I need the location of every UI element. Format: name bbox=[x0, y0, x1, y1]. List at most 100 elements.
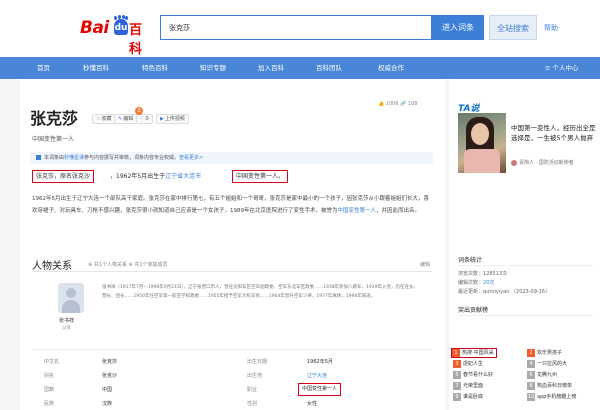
stat-views: 浏览次数：128513次 bbox=[458, 270, 507, 277]
notice-bar: 本词条由秒懂星课参与内容撰写并审核，词条内容专业权威。查看更多> bbox=[30, 152, 433, 164]
rank-text: 光荣里面 bbox=[463, 383, 484, 389]
site-search-button[interactable]: 全站搜索 bbox=[489, 15, 537, 40]
relation-name[interactable]: 张书祥 bbox=[59, 317, 74, 324]
relation-card[interactable]: 张书祥 父亲 张书祥（1917年7月—1998年9月21日），辽宁省营口市人，曾… bbox=[50, 277, 430, 343]
top-bar: Bai du 百科 进入词条 全站搜索 帮助 bbox=[0, 0, 600, 57]
stat-edits: 编辑次数：20次 bbox=[458, 279, 494, 286]
rank-item-5[interactable]: 5 春节看什么好 bbox=[453, 371, 493, 380]
upload-video-button[interactable]: ▶上传视频 bbox=[156, 114, 189, 124]
author-avatar bbox=[511, 159, 517, 166]
birthplace-link[interactable]: 辽宁大连 bbox=[307, 373, 327, 379]
rank-item-1[interactable]: 1 热搜·中国风采 bbox=[451, 348, 497, 358]
like-button[interactable]: ♡0 bbox=[136, 114, 153, 124]
info-value: 女性 bbox=[307, 401, 318, 407]
rank-text: 热血百科日榜单 bbox=[537, 383, 573, 389]
rank-text: 一只拉风的大 bbox=[537, 361, 568, 367]
nav-item-topics[interactable]: 知识专题 bbox=[200, 57, 226, 79]
user-center-link[interactable]: ≡ 个人中心 bbox=[545, 57, 579, 79]
favorite-button[interactable]: ☆收藏 bbox=[92, 114, 116, 124]
nav-item-cooperation[interactable]: 权威合作 bbox=[378, 57, 404, 79]
rank-text: 龙腾九州 bbox=[537, 372, 558, 378]
article-title[interactable]: 中国第一变性人，经历出全是选择是，一生被5个男人抛弃 bbox=[511, 123, 597, 143]
relations-edit-link[interactable]: 编辑 bbox=[420, 261, 430, 268]
city-link[interactable]: 大连市 bbox=[183, 173, 201, 180]
notice-link[interactable]: 秒懂星课 bbox=[64, 155, 84, 161]
rank-item-7[interactable]: 7 光荣里面 bbox=[453, 382, 483, 391]
logo-bai-text: Bai bbox=[80, 18, 109, 38]
rank-item-2[interactable]: 2 欢乐男孩子 bbox=[527, 349, 562, 358]
rank-number: 4 bbox=[527, 360, 535, 368]
rank-number: 8 bbox=[527, 382, 535, 390]
intro-paragraph: 1962年5月出生于辽宁大连一个部队高干家庭。张克莎在家中排行第七，有五个姐姐和… bbox=[32, 193, 432, 217]
nav-item-video[interactable]: 秒懂百科 bbox=[83, 57, 109, 79]
author-name: 青陶人 · 国防活动新使者 bbox=[519, 160, 574, 166]
nav-item-join[interactable]: 加入百科 bbox=[258, 57, 284, 79]
stat-label: 编辑次数： bbox=[458, 280, 484, 286]
rank-number: 1 bbox=[452, 349, 460, 357]
help-link[interactable]: 帮助 bbox=[544, 23, 558, 33]
rank-item-3[interactable]: 3 虐妃人生 bbox=[453, 360, 483, 369]
page-title: 张克莎 bbox=[30, 109, 79, 128]
rank-text: 谁是卧底 bbox=[463, 394, 484, 400]
relations-title: 人物关系 bbox=[32, 261, 72, 272]
favorite-label: 收藏 bbox=[101, 116, 112, 122]
sidebar: TA说 中国第一变性人，经历出全是选择是，一生被5个男人抛弃 青陶人 · 国防活… bbox=[449, 79, 600, 410]
video-icon: ▶ bbox=[160, 116, 164, 122]
avatar[interactable] bbox=[58, 283, 84, 313]
search-box[interactable] bbox=[160, 15, 432, 40]
stat-updated: 最近更新：qutniyiyan （2023-09-16） bbox=[458, 288, 550, 295]
search-input[interactable] bbox=[161, 16, 431, 39]
logo-baike-text: 百科 bbox=[129, 23, 143, 57]
info-value: 1962年5月 bbox=[307, 359, 333, 365]
info-label: 性别 bbox=[247, 401, 258, 407]
intro-text-2: ，并因此而出名。 bbox=[376, 208, 421, 214]
portrait-face-shape bbox=[471, 123, 489, 145]
info-label: 别名 bbox=[44, 373, 55, 379]
stat-value[interactable]: 20次 bbox=[483, 280, 494, 286]
divider bbox=[458, 315, 593, 316]
enter-entry-button[interactable]: 进入词条 bbox=[432, 15, 484, 40]
edit-label: 编辑 bbox=[123, 116, 134, 122]
stats-title: 词条统计 bbox=[458, 257, 483, 264]
baidu-baike-logo[interactable]: Bai du 百科 bbox=[80, 15, 150, 57]
relation-description: 张书祥（1917年7月—1998年9月21日），辽宁省营口市人，曾任沈阳军区空军… bbox=[102, 285, 419, 299]
nav-item-featured[interactable]: 特色百科 bbox=[142, 57, 168, 79]
birth-text-main: ，1962年5月出生于 bbox=[110, 173, 166, 180]
notice-more-link[interactable]: 查看更多> bbox=[179, 155, 203, 161]
nav-item-home[interactable]: 首页 bbox=[37, 57, 50, 79]
province-link[interactable]: 辽宁省 bbox=[165, 173, 183, 180]
basic-info-table: 中文名 张克莎 出生日期 1962年5月 别名 张克沙 出生地 辽宁大连 国籍 … bbox=[32, 349, 432, 410]
stat-value: 128513次 bbox=[483, 271, 508, 277]
rank-item-6[interactable]: 6 龙腾九州 bbox=[527, 371, 557, 380]
edit-button[interactable]: ✎编辑 bbox=[114, 114, 138, 124]
thumb-icon: ♡ bbox=[140, 116, 145, 122]
info-value: 辽宁大连 bbox=[307, 372, 327, 379]
entry-subtitle: 中国变性第一人 bbox=[32, 136, 75, 143]
main-nav: 首页 秒懂百科 特色百科 知识专题 加入百科 百科团队 权威合作 ≡ 个人中心 bbox=[0, 57, 600, 79]
info-icon bbox=[36, 155, 41, 160]
pencil-icon: ✎ bbox=[118, 116, 123, 122]
nav-item-team[interactable]: 百科团队 bbox=[316, 57, 342, 79]
rank-item-8[interactable]: 8 热血百科日榜单 bbox=[527, 382, 572, 391]
info-label: 中文名 bbox=[44, 359, 60, 365]
rank-number: 10 bbox=[527, 393, 535, 401]
birth-text: ，1962年5月出生于辽宁省大连市 bbox=[110, 170, 201, 184]
stat-value: qutniyiyan （2023-09-16） bbox=[483, 289, 551, 295]
info-label: 职业 bbox=[247, 387, 258, 393]
rank-item-4[interactable]: 4 一只拉风的大 bbox=[527, 360, 567, 369]
rank-number: 7 bbox=[453, 382, 461, 390]
relations-subtitle: ⊕ 共1个人物关系 ⊕ 共1个家庭成员 bbox=[88, 262, 168, 268]
rank-number: 3 bbox=[453, 360, 461, 368]
rank-item-10[interactable]: 10 app手机榜趣上榜 bbox=[527, 393, 576, 402]
info-label: 出生地 bbox=[247, 373, 263, 379]
person-head-shape bbox=[66, 288, 76, 298]
stat-label: 最近更新： bbox=[458, 289, 484, 295]
logo-du-text: du bbox=[114, 19, 128, 35]
divider bbox=[32, 271, 432, 272]
rank-number: 5 bbox=[453, 371, 461, 379]
article-author: 青陶人 · 国防活动新使者 bbox=[511, 159, 574, 166]
article-thumbnail[interactable] bbox=[458, 113, 506, 173]
intro-link[interactable]: 中国变性第一人 bbox=[338, 208, 377, 214]
fame-highlight: 中国变性第一人。 bbox=[232, 170, 289, 183]
rank-item-9[interactable]: 9 谁是卧底 bbox=[453, 393, 483, 402]
